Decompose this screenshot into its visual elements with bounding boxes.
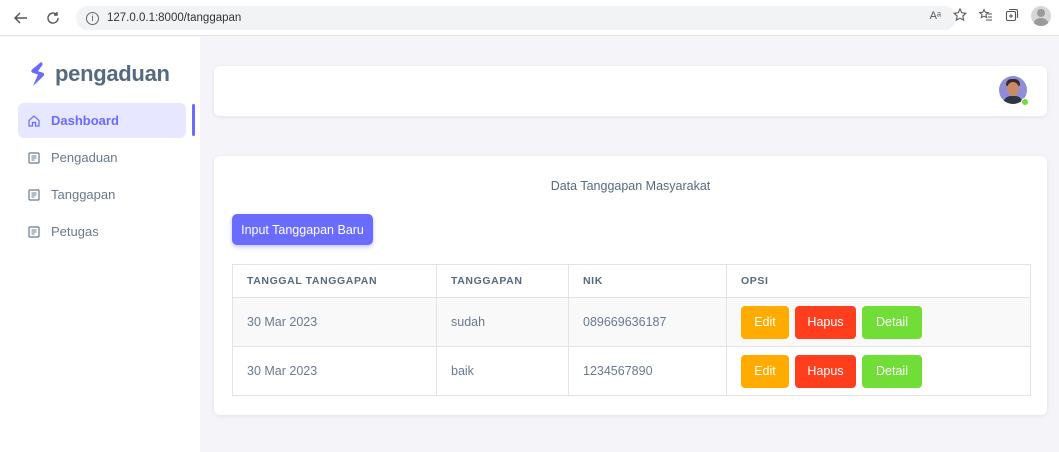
sidebar-item-pengaduan[interactable]: Pengaduan xyxy=(18,140,186,175)
top-navbar xyxy=(214,66,1047,116)
sidebar-item-label: Dashboard xyxy=(51,113,119,128)
sidebar-item-label: Petugas xyxy=(51,224,99,239)
browser-toolbar: i 127.0.0.1:8000/tanggapan Aᵃ xyxy=(0,0,1059,36)
column-header: NIK xyxy=(568,264,727,298)
edit-button[interactable]: Edit xyxy=(741,305,789,339)
sidebar-menu: Dashboard Pengaduan Tanggapan Petugas xyxy=(18,103,186,251)
add-tanggapan-button[interactable]: Input Tanggapan Baru xyxy=(232,214,373,245)
table-row: 30 Mar 2023 baik 1234567890 Edit Hapus D… xyxy=(232,346,1031,396)
site-info-icon[interactable]: i xyxy=(86,11,99,25)
address-bar[interactable]: i 127.0.0.1:8000/tanggapan xyxy=(76,6,956,30)
tanggal-cell: 30 Mar 2023 xyxy=(232,346,437,396)
edit-button[interactable]: Edit xyxy=(741,354,789,388)
delete-button[interactable]: Hapus xyxy=(795,354,856,388)
collections-icon[interactable] xyxy=(1005,8,1019,25)
browser-actions: Aᵃ xyxy=(930,6,1051,26)
tanggapan-cell: sudah xyxy=(436,297,569,347)
online-status-icon xyxy=(1021,98,1029,106)
table-header-row: TANGGAL TANGGAPAN TANGGAPAN NIK OPSI xyxy=(232,264,1031,298)
document-icon xyxy=(28,188,40,201)
tanggapan-table: TANGGAL TANGGAPAN TANGGAPAN NIK OPSI 30 … xyxy=(232,264,1031,396)
page-title: Data Tanggapan Masyarakat xyxy=(550,179,711,193)
nik-cell: 1234567890 xyxy=(568,346,727,396)
table-row: 30 Mar 2023 sudah 089669636187 Edit Hapu… xyxy=(232,297,1031,347)
column-header: OPSI xyxy=(726,264,1031,298)
sidebar-item-dashboard[interactable]: Dashboard xyxy=(18,103,186,138)
brand-logo-icon xyxy=(31,62,45,86)
back-icon[interactable] xyxy=(8,5,34,31)
sidebar-active-marker xyxy=(192,104,195,136)
document-icon xyxy=(28,151,40,164)
column-header: TANGGAL TANGGAPAN xyxy=(232,264,437,298)
delete-button[interactable]: Hapus xyxy=(795,305,856,339)
sidebar-item-tanggapan[interactable]: Tanggapan xyxy=(18,177,186,212)
profile-icon[interactable] xyxy=(1031,6,1051,26)
favorite-add-icon[interactable] xyxy=(952,7,968,25)
sidebar-item-label: Tanggapan xyxy=(51,187,116,202)
sidebar-item-petugas[interactable]: Petugas xyxy=(18,214,186,249)
opsi-cell: Edit Hapus Detail xyxy=(726,297,1031,347)
nik-cell: 089669636187 xyxy=(568,297,727,347)
document-icon xyxy=(28,225,40,238)
detail-button[interactable]: Detail xyxy=(862,354,922,388)
brand-name: pengaduan xyxy=(55,61,170,86)
sidebar-item-label: Pengaduan xyxy=(51,150,118,165)
brand[interactable]: pengaduan xyxy=(29,61,170,87)
detail-button[interactable]: Detail xyxy=(862,305,922,339)
tanggapan-card: Data Tanggapan Masyarakat Input Tanggapa… xyxy=(214,156,1047,415)
sidebar: pengaduan Dashboard Pengaduan Tanggapan … xyxy=(0,37,200,452)
url-text: 127.0.0.1:8000/tanggapan xyxy=(107,12,242,24)
opsi-cell: Edit Hapus Detail xyxy=(726,346,1031,396)
read-aloud-icon[interactable]: Aᵃ xyxy=(930,10,941,22)
tanggal-cell: 30 Mar 2023 xyxy=(232,297,437,347)
home-icon xyxy=(28,114,40,127)
reload-icon[interactable] xyxy=(40,5,66,31)
column-header: TANGGAPAN xyxy=(436,264,569,298)
tanggapan-cell: baik xyxy=(436,346,569,396)
favorites-icon[interactable] xyxy=(978,7,993,25)
